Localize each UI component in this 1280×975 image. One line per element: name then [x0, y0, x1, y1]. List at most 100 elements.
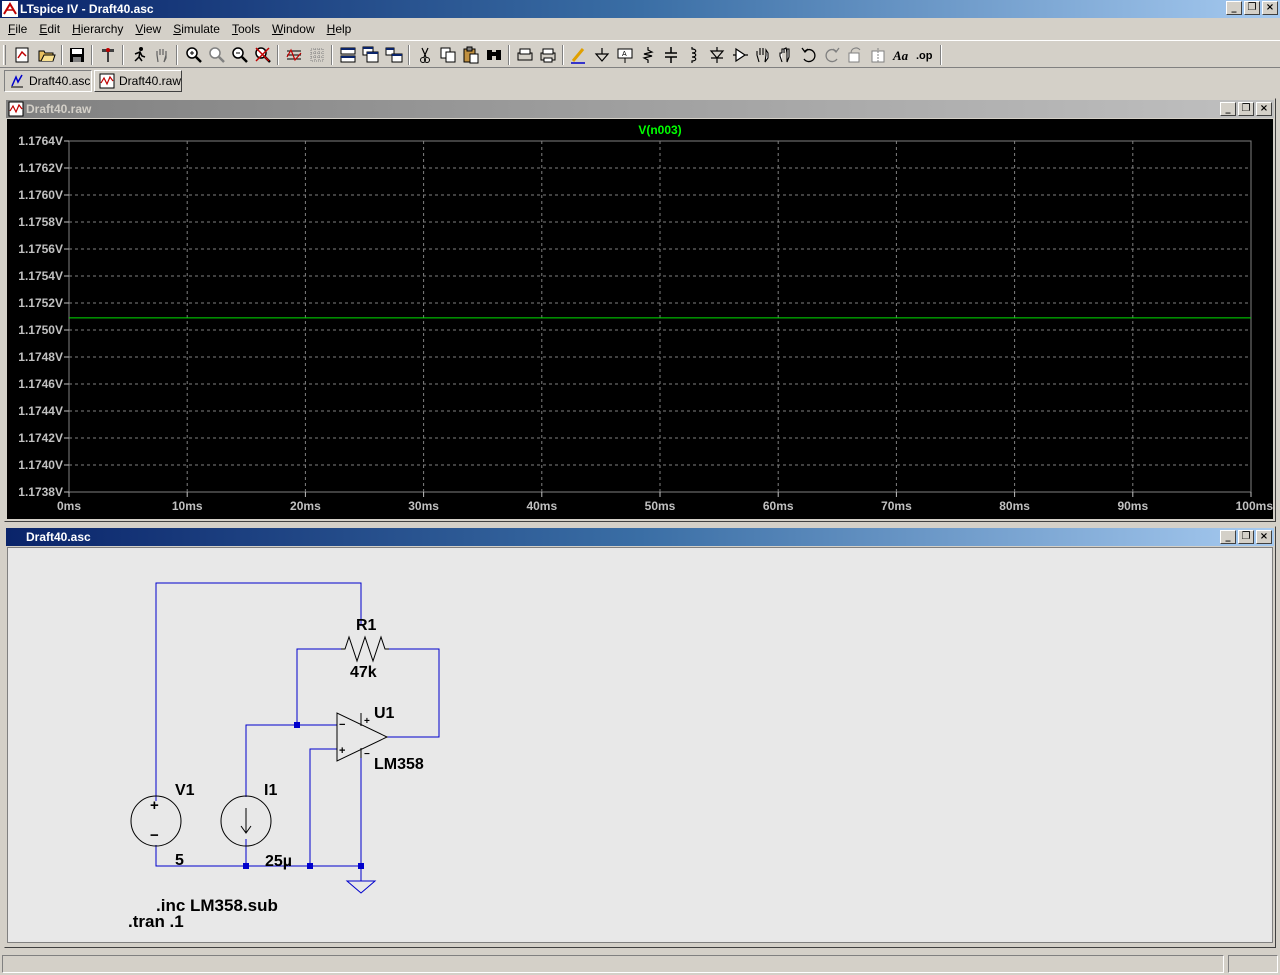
- move-icon[interactable]: [753, 45, 773, 65]
- menu-window[interactable]: Window: [266, 20, 321, 38]
- cut-icon[interactable]: [415, 45, 435, 65]
- rotate-icon[interactable]: [845, 45, 865, 65]
- r1-name[interactable]: R1: [356, 617, 377, 634]
- u1-value[interactable]: LM358: [374, 756, 424, 773]
- wire-i1-top[interactable]: [245, 724, 337, 797]
- v1-minus-sign: −: [150, 827, 159, 844]
- inductor-icon[interactable]: [684, 45, 704, 65]
- toolbar-grip[interactable]: [3, 45, 6, 65]
- i1-name[interactable]: I1: [264, 782, 277, 799]
- wire-bottom-rail[interactable]: [155, 845, 361, 867]
- x-tick-label: 80ms: [999, 499, 1030, 513]
- tile-vertical-icon[interactable]: [384, 45, 404, 65]
- cascade-icon[interactable]: [361, 45, 381, 65]
- mirror-icon[interactable]: [868, 45, 888, 65]
- menu-help[interactable]: Help: [321, 20, 358, 38]
- current-source-i1[interactable]: [220, 795, 272, 847]
- y-tick-label: 1.1744V: [18, 404, 63, 418]
- menu-file-label: ile: [15, 21, 28, 36]
- v1-name[interactable]: V1: [175, 782, 195, 799]
- close-button[interactable]: ×: [1262, 1, 1278, 15]
- menu-bar: File Edit Hierarchy View Simulate Tools …: [0, 19, 1280, 38]
- wire-noninv[interactable]: [309, 748, 337, 866]
- y-tick-label: 1.1764V: [18, 134, 63, 148]
- find-icon[interactable]: [484, 45, 504, 65]
- resistor-icon[interactable]: [638, 45, 658, 65]
- run-icon[interactable]: [129, 45, 149, 65]
- y-tick-label: 1.1754V: [18, 269, 63, 283]
- grid-icon[interactable]: [307, 45, 327, 65]
- autorange-icon[interactable]: [284, 45, 304, 65]
- waveform-window-titlebar[interactable]: Draft40.raw _ ❐ ×: [6, 100, 1274, 118]
- resistor-r1[interactable]: [341, 635, 389, 663]
- zoom-fit-icon[interactable]: [207, 45, 227, 65]
- i1-value[interactable]: 25µ: [265, 853, 292, 870]
- zoom-in-icon[interactable]: [184, 45, 204, 65]
- redo-icon[interactable]: [822, 45, 842, 65]
- wire-v1-top[interactable]: [155, 582, 362, 801]
- undo-icon[interactable]: [799, 45, 819, 65]
- menu-tools[interactable]: Tools: [226, 20, 266, 38]
- tile-horizontal-icon[interactable]: [338, 45, 358, 65]
- wire-r1-left[interactable]: [296, 648, 341, 725]
- copy-icon[interactable]: [438, 45, 458, 65]
- menu-view-label: iew: [143, 21, 162, 36]
- schematic-window-titlebar[interactable]: Draft40.asc _ ❐ ×: [6, 528, 1274, 546]
- node-dot: [358, 863, 364, 869]
- ground-icon[interactable]: [592, 45, 612, 65]
- x-tick-label: 50ms: [645, 499, 676, 513]
- drag-icon[interactable]: [776, 45, 796, 65]
- menu-view[interactable]: View: [129, 20, 167, 38]
- paste-icon[interactable]: [461, 45, 481, 65]
- waveform-minimize-button[interactable]: _: [1220, 102, 1236, 116]
- schematic-window-title: Draft40.asc: [26, 530, 91, 544]
- print-setup-icon[interactable]: [515, 45, 535, 65]
- opamp-minus-sign: −: [339, 719, 345, 731]
- v1-value[interactable]: 5: [175, 852, 184, 869]
- print-icon[interactable]: [538, 45, 558, 65]
- waveform-close-button[interactable]: ×: [1256, 102, 1272, 116]
- waveform-restore-button[interactable]: ❐: [1238, 102, 1254, 116]
- open-icon[interactable]: [37, 45, 57, 65]
- restore-button[interactable]: ❐: [1244, 1, 1260, 15]
- control-panel-icon[interactable]: [98, 45, 118, 65]
- tab-draft40-asc[interactable]: Draft40.asc: [4, 70, 92, 92]
- menu-edit[interactable]: Edit: [33, 20, 66, 38]
- waveform-plot[interactable]: 1.1764V 1.1762V 1.1760V 1.1758V 1.1756V 1.175…: [7, 119, 1273, 519]
- u1-name[interactable]: U1: [374, 705, 395, 722]
- tab-label: Draft40.raw: [119, 74, 182, 88]
- schematic-minimize-button[interactable]: _: [1220, 530, 1236, 544]
- wire-r1-right[interactable]: [387, 648, 440, 738]
- svg-text:.op: .op: [916, 50, 933, 62]
- pan-icon[interactable]: [152, 45, 172, 65]
- capacitor-icon[interactable]: [661, 45, 681, 65]
- schematic-close-button[interactable]: ×: [1256, 530, 1272, 544]
- y-tick-label: 1.1746V: [18, 377, 63, 391]
- menu-file[interactable]: File: [2, 20, 33, 38]
- schematic-canvas[interactable]: − + + − + − R1 47k U1 LM358 V1 5 I1 25µ …: [7, 547, 1273, 943]
- new-schematic-icon[interactable]: [13, 45, 33, 65]
- tab-label: Draft40.asc: [29, 74, 91, 88]
- node-dot: [294, 722, 300, 728]
- tab-draft40-raw[interactable]: Draft40.raw: [94, 70, 182, 92]
- minimize-button[interactable]: _: [1226, 1, 1242, 15]
- component-icon[interactable]: [730, 45, 750, 65]
- menu-hierarchy[interactable]: Hierarchy: [66, 20, 129, 38]
- diode-icon[interactable]: [707, 45, 727, 65]
- r1-value[interactable]: 47k: [350, 664, 377, 681]
- draw-wire-icon[interactable]: [569, 45, 589, 65]
- menu-simulate[interactable]: Simulate: [167, 20, 226, 38]
- schematic-restore-button[interactable]: ❐: [1238, 530, 1254, 544]
- zoom-cancel-icon[interactable]: [253, 45, 273, 65]
- spice-directive-icon[interactable]: .op: [914, 45, 934, 65]
- x-tick-label: 30ms: [408, 499, 439, 513]
- waveform-icon: [8, 101, 24, 117]
- ground-symbol[interactable]: [345, 880, 377, 894]
- spice-directive-tran[interactable]: .tran .1: [128, 912, 184, 931]
- save-icon[interactable]: [67, 45, 87, 65]
- waveform-chart: 1.1764V 1.1762V 1.1760V 1.1758V 1.1756V 1.175…: [18, 123, 1273, 513]
- ltspice-logo-icon: [2, 1, 18, 17]
- label-net-icon[interactable]: A: [615, 45, 635, 65]
- zoom-out-icon[interactable]: [230, 45, 250, 65]
- text-icon[interactable]: Aa: [891, 45, 911, 65]
